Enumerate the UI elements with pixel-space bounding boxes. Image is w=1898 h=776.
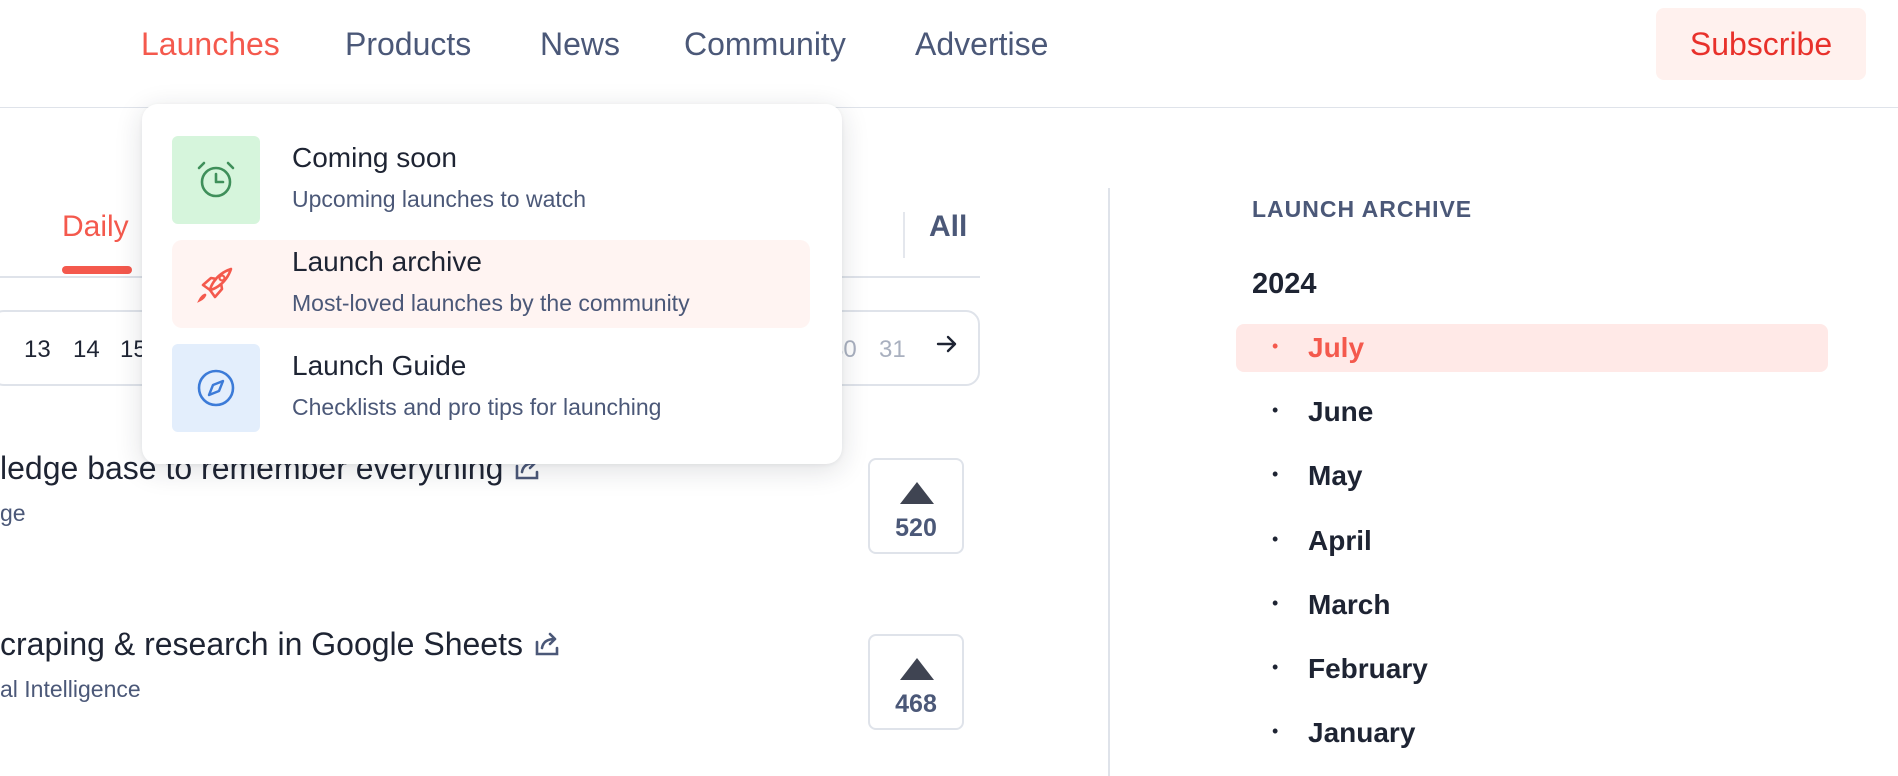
archive-heading: LAUNCH ARCHIVE xyxy=(1252,196,1473,222)
dropdown-item-description: Upcoming launches to watch xyxy=(292,186,587,212)
dropdown-item-description: Most-loved launches by the community xyxy=(292,290,690,316)
alarm-clock-icon xyxy=(172,136,260,224)
nav-advertise[interactable]: Advertise xyxy=(915,24,1048,64)
vote-count: 520 xyxy=(895,514,937,542)
dropdown-item-launch-guide[interactable]: Launch Guide Checklists and pro tips for… xyxy=(172,344,810,432)
bullet-icon: • xyxy=(1272,529,1279,549)
arrow-right-icon[interactable] xyxy=(936,330,958,362)
rocket-icon xyxy=(172,240,260,328)
nav-launches[interactable]: Launches xyxy=(141,24,280,64)
upvote-button[interactable]: 520 xyxy=(868,458,964,554)
bullet-icon: • xyxy=(1272,657,1279,677)
subscribe-button[interactable]: Subscribe xyxy=(1656,8,1866,80)
launch-subtitle: ge xyxy=(0,500,26,526)
archive-month-april[interactable]: • April xyxy=(1236,517,1828,565)
upvote-triangle-icon xyxy=(900,658,934,680)
column-divider xyxy=(1108,188,1110,776)
dropdown-item-title: Coming soon xyxy=(292,142,457,173)
archive-month-may[interactable]: • May xyxy=(1236,452,1828,500)
upvote-button[interactable]: 468 xyxy=(868,634,964,730)
launches-dropdown-menu: Coming soon Upcoming launches to watch L… xyxy=(142,104,842,464)
archive-month-january[interactable]: • January xyxy=(1236,709,1828,757)
dropdown-item-title: Launch archive xyxy=(292,246,482,277)
bullet-icon: • xyxy=(1272,464,1279,484)
archive-month-june[interactable]: • June xyxy=(1236,388,1828,436)
pager-day[interactable]: 13 xyxy=(24,336,51,364)
nav-products[interactable]: Products xyxy=(345,24,471,64)
bullet-icon: • xyxy=(1272,336,1279,356)
launch-subtitle: al Intelligence xyxy=(0,676,141,702)
archive-month-march[interactable]: • March xyxy=(1236,581,1828,629)
active-tab-indicator xyxy=(62,266,132,274)
top-nav: Launches Products News Community Adverti… xyxy=(0,0,1898,108)
tab-daily[interactable]: Daily xyxy=(62,210,129,244)
bullet-icon: • xyxy=(1272,400,1279,420)
nav-news[interactable]: News xyxy=(540,24,620,64)
dropdown-item-launch-archive[interactable]: Launch archive Most-loved launches by th… xyxy=(172,240,810,328)
bullet-icon: • xyxy=(1272,721,1279,741)
archive-month-february[interactable]: • February xyxy=(1236,645,1828,693)
dropdown-item-coming-soon[interactable]: Coming soon Upcoming launches to watch xyxy=(172,136,810,224)
archive-month-july[interactable]: • July xyxy=(1236,324,1828,372)
bullet-icon: • xyxy=(1272,593,1279,613)
dropdown-item-description: Checklists and pro tips for launching xyxy=(292,394,662,420)
tab-divider xyxy=(903,212,905,258)
launch-title[interactable]: craping & research in Google Sheets xyxy=(0,626,561,666)
upvote-triangle-icon xyxy=(900,482,934,504)
compass-icon xyxy=(172,344,260,432)
external-link-icon[interactable] xyxy=(533,629,561,666)
pager-day[interactable]: 14 xyxy=(73,336,100,364)
dropdown-item-title: Launch Guide xyxy=(292,350,467,381)
tab-all[interactable]: All xyxy=(929,210,967,244)
archive-year: 2024 xyxy=(1252,268,1317,300)
pager-day[interactable]: 31 xyxy=(879,336,906,364)
nav-community[interactable]: Community xyxy=(684,24,846,64)
vote-count: 468 xyxy=(895,690,937,718)
